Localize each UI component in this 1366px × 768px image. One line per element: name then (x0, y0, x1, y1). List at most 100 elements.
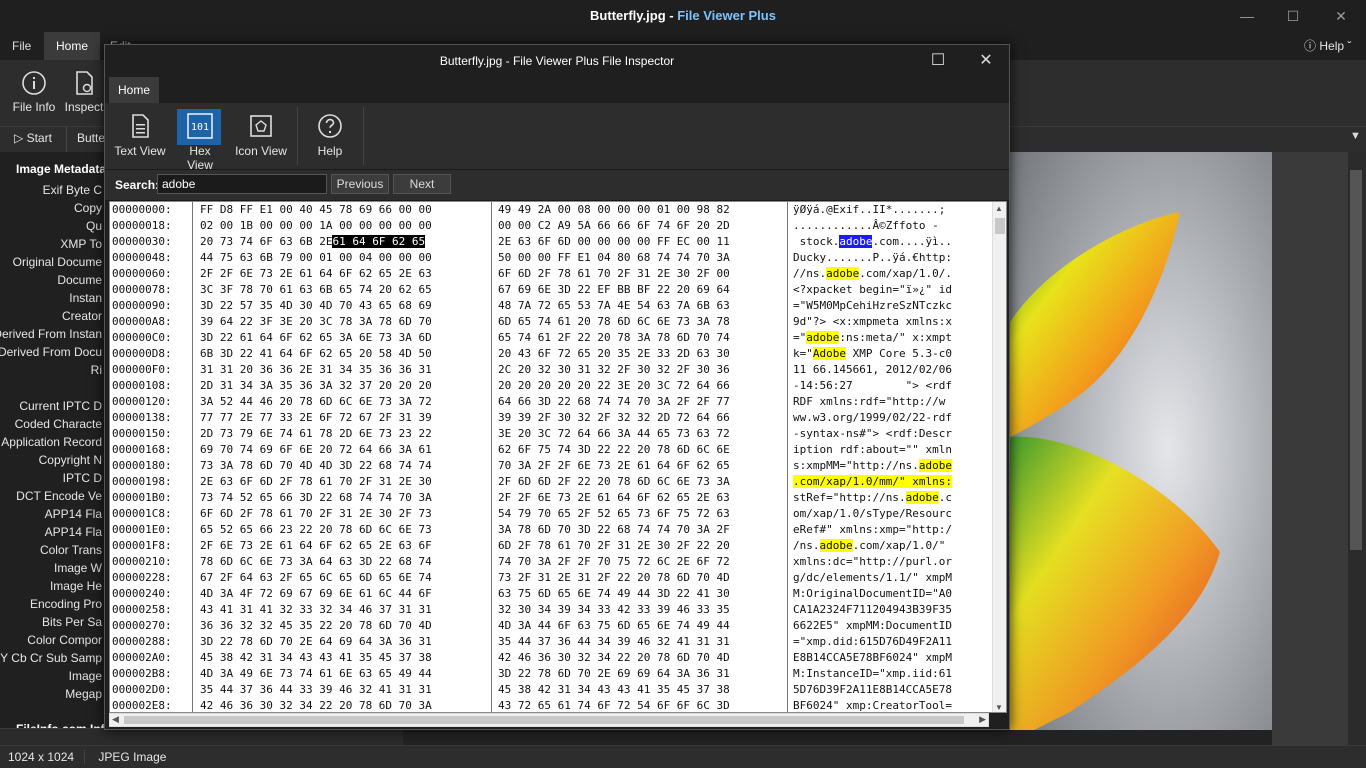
text-view-button[interactable]: Text View (113, 107, 167, 167)
metadata-key: Image W (53, 561, 102, 575)
start-button[interactable]: ▷ Start (14, 131, 52, 145)
hex-line: <?xpacket begin="ï»¿" id (793, 283, 952, 296)
hex-line: 00000078: (112, 283, 172, 296)
metadata-key: Copy (73, 201, 102, 215)
hex-line: 4D 3A 49 6E 73 74 61 6E 63 65 49 44 (200, 667, 432, 680)
scroll-left-icon[interactable]: ◀ (112, 714, 119, 725)
toolbar-button-butte[interactable]: Butte (66, 126, 106, 152)
scroll-up-icon[interactable]: ▲ (995, 204, 1003, 213)
hex-line: CA1A2324F711204943B39F35 (793, 603, 952, 616)
search-match: adobe (905, 491, 939, 504)
hex-line: 000000C0: (112, 331, 172, 344)
hex-line: 000002B8: (112, 667, 172, 680)
image-preview (1010, 152, 1272, 745)
hex-line: BF6024" xmp:CreatorTool= (793, 699, 952, 712)
next-button[interactable]: Next (393, 174, 451, 194)
previous-button[interactable]: Previous (331, 174, 389, 194)
scroll-thumb[interactable] (995, 218, 1005, 234)
hex-line: 62 6F 75 74 3D 22 22 20 78 6D 6C 6E (498, 443, 730, 456)
hscroll-thumb[interactable] (124, 716, 964, 724)
hex-line: 6B 3D 22 41 64 6F 62 65 20 58 4D 50 (200, 347, 432, 360)
hex-line: 000000A8: (112, 315, 172, 328)
hex-text: .c (938, 491, 952, 504)
help-menu[interactable]: ⓘ Help ˇ (1304, 32, 1351, 60)
hex-line: 3D 22 57 35 4D 30 4D 70 43 65 68 69 (200, 299, 432, 312)
hex-line: 6D 2F 78 61 70 2F 31 2E 30 2F 22 20 (498, 539, 730, 552)
main-scrollbar[interactable] (1348, 152, 1366, 745)
hex-horizontal-scrollbar[interactable]: ◀ ▶ (109, 713, 989, 727)
hex-line: 3D 22 78 6D 70 2E 69 69 64 3A 36 31 (498, 667, 730, 680)
hex-line: 77 77 2E 77 33 2E 6F 72 67 2F 31 39 (200, 411, 432, 424)
hex-line: 00 00 C2 A9 5A 66 66 6F 74 6F 20 2D (498, 219, 730, 232)
chevron-down-icon[interactable]: ▼ (1350, 130, 1361, 142)
menu-tab-home[interactable]: Home (44, 32, 101, 60)
icon-view-button[interactable]: Icon View (233, 107, 289, 167)
inspect-button[interactable]: Inspect (62, 64, 106, 122)
hex-text: s:xmpMM="http://ns. (793, 459, 919, 472)
metadata-key: XMP To (60, 237, 102, 251)
metadata-key: Color Compor (27, 633, 102, 647)
metadata-key: Derived From Docu (0, 345, 102, 359)
hex-line: 2F 6D 6D 2F 22 20 78 6D 6C 6E 73 3A (498, 475, 730, 488)
hex-line: 3A 52 44 46 20 78 6D 6C 6E 73 3A 72 (200, 395, 432, 408)
hex-line: -14:56:27 "> <rdf (793, 379, 952, 392)
hex-line: 39 39 2F 30 32 2F 32 32 2D 72 64 66 (498, 411, 730, 424)
metadata-key: Y Cb Cr Sub Samp (0, 651, 102, 665)
hex-line: iption rdf:about="" xmln (793, 443, 952, 456)
help-button[interactable]: Help (305, 107, 355, 167)
scroll-down-icon[interactable]: ▼ (995, 703, 1003, 712)
app-titlebar: Butterfly.jpg - File Viewer Plus (0, 0, 1366, 32)
hex-line: k="Adobe XMP Core 5.3-c0 (793, 346, 952, 362)
question-icon (318, 114, 342, 138)
minimize-icon[interactable]: — (1224, 0, 1270, 32)
inspect-icon (76, 71, 93, 95)
metadata-key: Creator (61, 309, 102, 323)
file-info-button[interactable]: File Info (6, 64, 62, 122)
hex-line: 2F 2F 6E 73 2E 61 64 6F 62 65 2E 63 (498, 491, 730, 504)
metadata-key: APP14 Fla (44, 507, 102, 521)
hex-line: 5D76D39F2A11E8B14CCA5E78 (793, 683, 952, 696)
metadata-key: Exif Byte C (42, 183, 102, 197)
hex-view[interactable]: 00000000: 00000018: 00000030: 00000048: 0000… (109, 201, 1007, 713)
hex-vertical-scrollbar[interactable]: ▲ ▼ (992, 202, 1006, 712)
hex-line: 31 31 20 36 36 2E 31 34 35 36 36 31 (200, 363, 432, 376)
column-divider (491, 202, 492, 712)
hex-line: 42 46 36 30 32 34 22 20 78 6D 70 3A (200, 699, 432, 712)
hex-line: g/dc/elements/1.1/" xmpM (793, 571, 952, 584)
hex-column-1: FF D8 FF E1 00 40 45 78 69 66 00 00 02 00… (200, 202, 432, 712)
hex-line: 67 2F 64 63 2F 65 6C 65 6D 65 6E 74 (200, 571, 432, 584)
hex-view-button[interactable]: 101 Hex View (175, 107, 225, 172)
hex-line: om/xap/1.0/sType/Resourc (793, 507, 952, 520)
scroll-right-icon[interactable]: ▶ (979, 714, 986, 725)
metadata-key: Image He (49, 579, 102, 593)
metadata-key: Current IPTC D (19, 399, 102, 413)
sidebar-heading: Image Metadata (16, 162, 107, 176)
dialog-close-icon[interactable]: ✕ (963, 45, 1009, 77)
sidebar-hscroll[interactable] (0, 728, 320, 745)
metadata-key: Derived From Instan (0, 327, 102, 341)
hex-line: 00000288: (112, 635, 172, 648)
hex-line: 39 64 22 3F 3E 20 3C 78 3A 78 6D 70 (200, 315, 432, 328)
help-label: Help (317, 144, 343, 158)
maximize-icon[interactable]: ☐ (1270, 0, 1316, 32)
hex-line: 000002A0: (112, 651, 172, 664)
hex-line: ÿØÿá.@Exif..II*.......; (793, 203, 946, 216)
hex-line: 00000138: (112, 411, 172, 424)
dialog-maximize-icon[interactable]: ☐ (915, 45, 961, 77)
document-icon (132, 114, 149, 138)
metadata-key: Color Trans (39, 543, 102, 557)
hex-text: k=" (793, 347, 813, 360)
hex-line: 3E 20 3C 72 64 66 3A 44 65 73 63 72 (498, 427, 730, 440)
offset-column: 00000000: 00000018: 00000030: 00000048: 0000… (112, 202, 192, 712)
preview-strip (403, 728, 1010, 745)
search-input[interactable] (157, 174, 327, 194)
hex-text: /ns. (793, 539, 820, 552)
search-match: Adobe (812, 347, 846, 360)
dialog-tab-home[interactable]: Home (109, 77, 159, 103)
hex-line: 00000210: (112, 555, 172, 568)
metadata-key: Encoding Pro (29, 597, 102, 611)
hex-icon: 101 (187, 113, 213, 139)
hex-line: 000001C8: (112, 507, 172, 520)
menu-tab-file[interactable]: File (0, 32, 43, 60)
close-icon[interactable]: ✕ (1318, 0, 1364, 32)
